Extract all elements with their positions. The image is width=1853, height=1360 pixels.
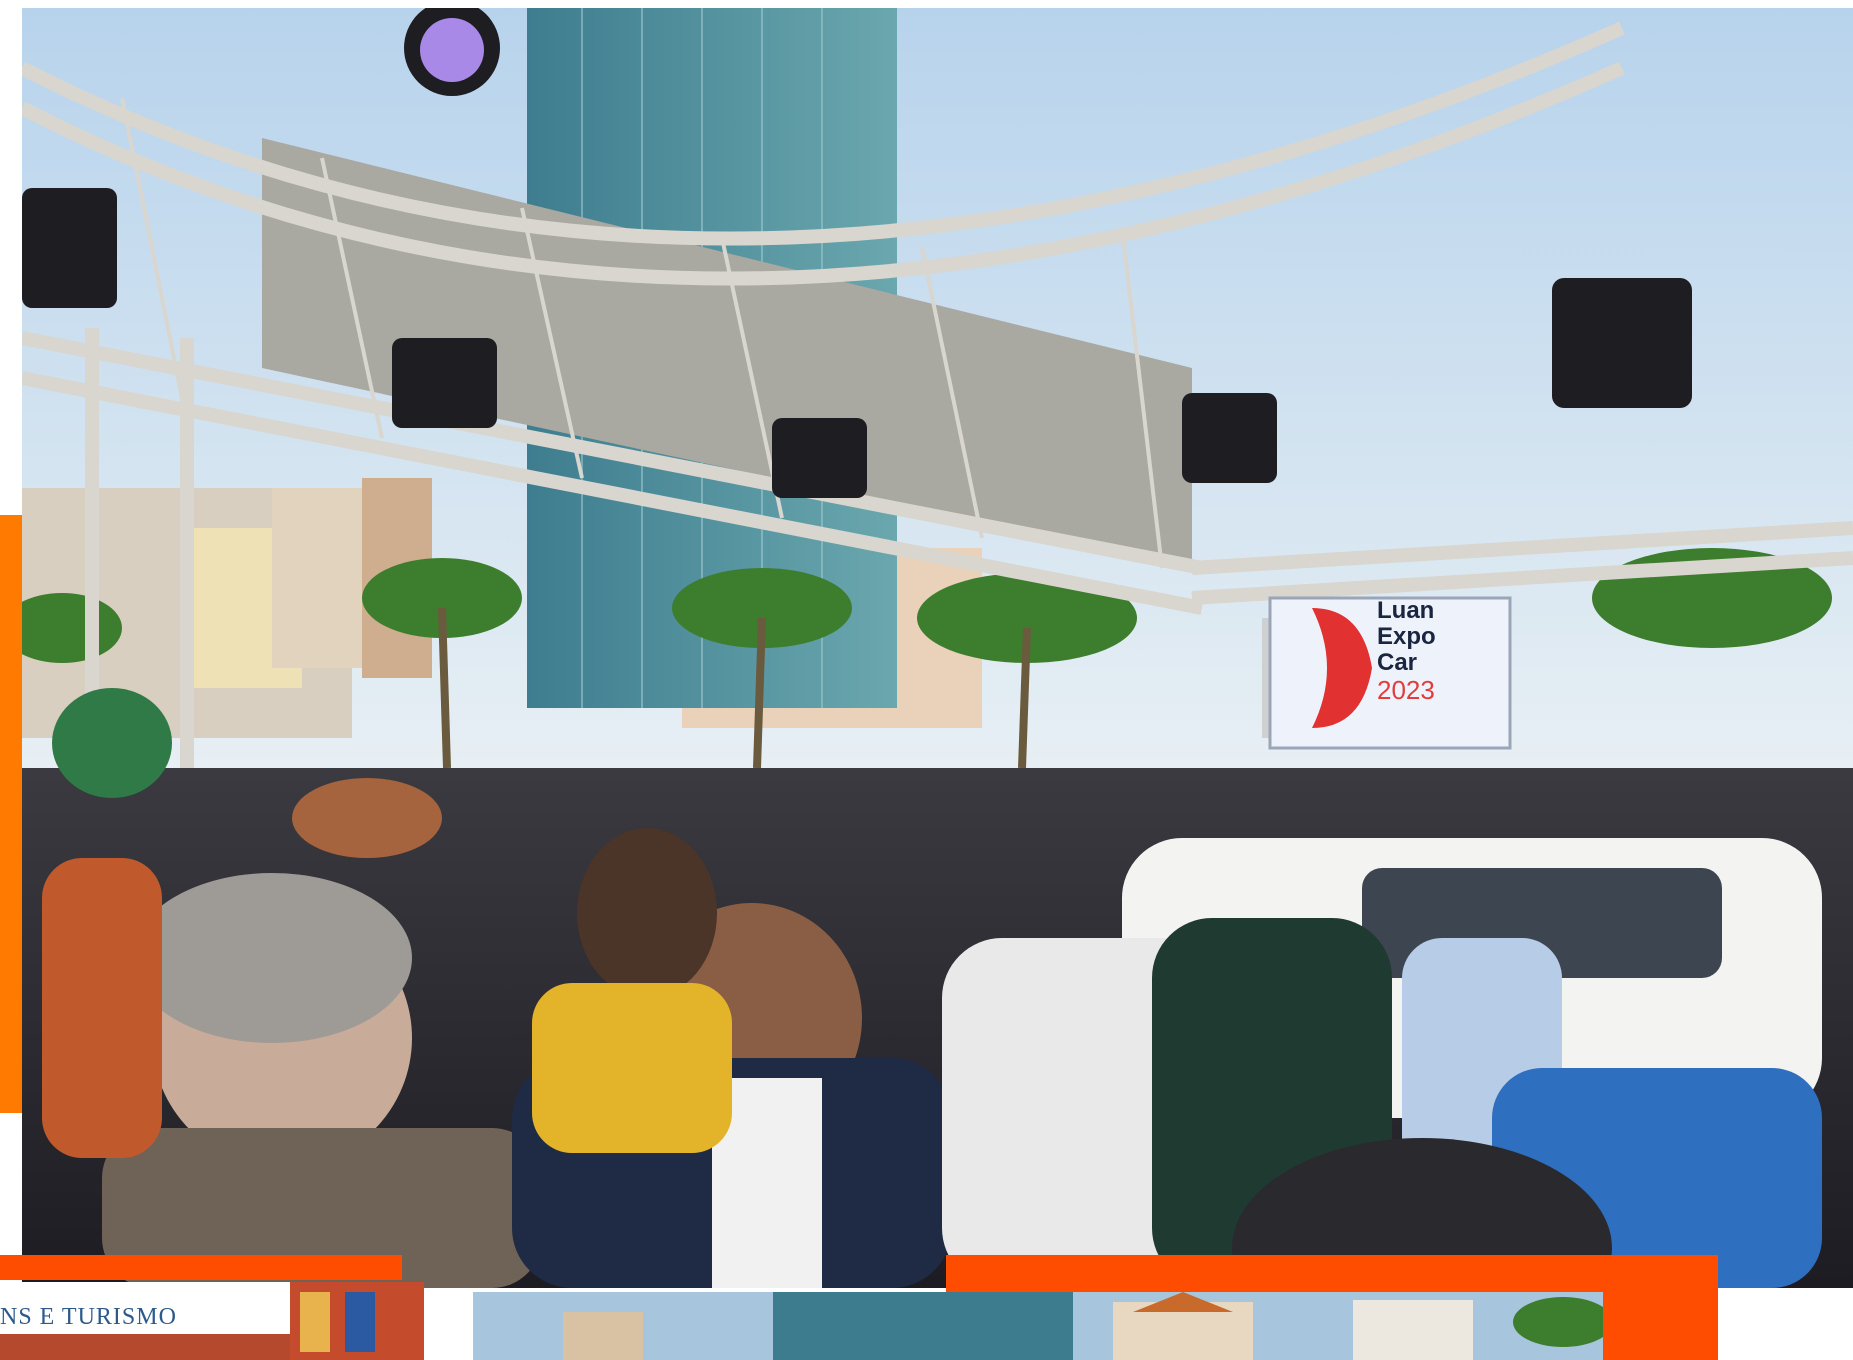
expo-sign-line3: Car [1377, 649, 1418, 676]
orange-strip-left [0, 1255, 402, 1280]
expo-sign-line1: Luan [1377, 597, 1435, 624]
event-photo: Luan Expo Car 2023 [22, 8, 1853, 1288]
expo-sign-line2: Expo [1377, 623, 1436, 650]
expo-sign-text: Luan Expo Car [1377, 598, 1436, 676]
thumbnail-city-graphic [473, 1292, 1603, 1360]
thumbnail-pattern [0, 1282, 424, 1360]
left-orange-accent-bar [0, 515, 22, 1113]
thumbnail-city-view[interactable] [473, 1292, 1603, 1360]
expo-sign-year: 2023 [1377, 675, 1435, 705]
thumbnail-tourism-stand[interactable]: NS E TURISMO [0, 1282, 424, 1360]
